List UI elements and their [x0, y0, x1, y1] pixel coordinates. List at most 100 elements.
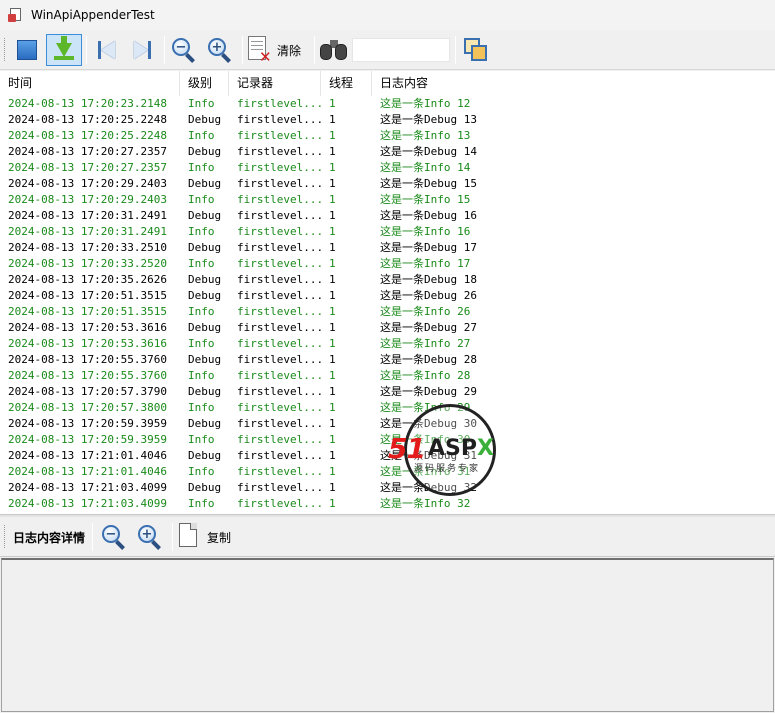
- table-row[interactable]: 2024-08-13 17:20:59.3959 Debug firstlevel.…: [0, 416, 775, 432]
- zoom-out-icon: −: [101, 524, 127, 550]
- cell-thread: 1: [329, 417, 336, 430]
- cell-thread: 1: [329, 177, 336, 190]
- clear-button[interactable]: ✕ 清除: [246, 34, 310, 66]
- toolbar-separator: [92, 523, 93, 551]
- table-row[interactable]: 2024-08-13 17:20:33.2510 Debug firstlevel.…: [0, 240, 775, 256]
- stop-button[interactable]: [12, 34, 42, 66]
- cell-thread: 1: [329, 465, 336, 478]
- zoom-out-button[interactable]: −: [168, 34, 200, 66]
- zoom-in-button[interactable]: +: [204, 34, 236, 66]
- cell-level: Info: [188, 433, 215, 446]
- table-row[interactable]: 2024-08-13 17:21:03.4099 Debug firstlevel.…: [0, 480, 775, 496]
- column-header-message[interactable]: 日志内容: [372, 71, 775, 96]
- cell-message: 这是一条Info 26: [380, 305, 471, 318]
- toolbar-grip[interactable]: [4, 38, 7, 61]
- column-header-time[interactable]: 时间: [0, 71, 180, 96]
- table-row[interactable]: 2024-08-13 17:20:57.3800 Info firstlevel..…: [0, 400, 775, 416]
- log-grid[interactable]: 时间 级别 记录器 线程 日志内容 2024-08-13 17:20:23.21…: [0, 71, 775, 514]
- cell-time: 2024-08-13 17:20:55.3760: [8, 369, 167, 382]
- table-row[interactable]: 2024-08-13 17:20:31.2491 Info firstlevel..…: [0, 224, 775, 240]
- cell-time: 2024-08-13 17:20:33.2520: [8, 257, 167, 270]
- detail-zoom-in-button[interactable]: +: [134, 521, 166, 553]
- cell-thread: 1: [329, 369, 336, 382]
- table-row[interactable]: 2024-08-13 17:20:31.2491 Debug firstlevel.…: [0, 208, 775, 224]
- cell-thread: 1: [329, 97, 336, 110]
- cell-time: 2024-08-13 17:20:29.2403: [8, 177, 167, 190]
- cell-logger: firstlevel...: [237, 193, 321, 206]
- autoscroll-icon: [52, 36, 76, 62]
- cell-logger: firstlevel...: [237, 465, 321, 478]
- cell-thread: 1: [329, 257, 336, 270]
- cell-level: Info: [188, 337, 215, 350]
- cell-level: Info: [188, 257, 215, 270]
- table-row[interactable]: 2024-08-13 17:20:59.3959 Info firstlevel..…: [0, 432, 775, 448]
- cell-message: 这是一条Debug 13: [380, 113, 477, 126]
- cell-message: 这是一条Info 28: [380, 369, 471, 382]
- cell-message: 这是一条Info 15: [380, 193, 471, 206]
- table-row[interactable]: 2024-08-13 17:21:01.4046 Debug firstlevel.…: [0, 448, 775, 464]
- table-row[interactable]: 2024-08-13 17:20:25.2248 Debug firstlevel.…: [0, 112, 775, 128]
- cell-thread: 1: [329, 193, 336, 206]
- first-button[interactable]: [90, 34, 122, 66]
- cell-level: Debug: [188, 273, 222, 286]
- column-header-logger[interactable]: 记录器: [229, 71, 321, 96]
- table-row[interactable]: 2024-08-13 17:20:55.3760 Debug firstlevel.…: [0, 352, 775, 368]
- cell-time: 2024-08-13 17:20:31.2491: [8, 209, 167, 222]
- detail-toolbar: 日志内容详情 − + 复制: [0, 517, 775, 557]
- column-header-thread[interactable]: 线程: [321, 71, 372, 96]
- cell-level: Info: [188, 129, 215, 142]
- table-row[interactable]: 2024-08-13 17:20:51.3515 Info firstlevel..…: [0, 304, 775, 320]
- copy-icon: [176, 522, 202, 552]
- table-row[interactable]: 2024-08-13 17:20:35.2626 Debug firstlevel.…: [0, 272, 775, 288]
- table-row[interactable]: 2024-08-13 17:21:03.4099 Info firstlevel..…: [0, 496, 775, 512]
- table-row[interactable]: 2024-08-13 17:20:57.3790 Debug firstlevel.…: [0, 384, 775, 400]
- table-row[interactable]: 2024-08-13 17:20:55.3760 Info firstlevel..…: [0, 368, 775, 384]
- last-button[interactable]: [126, 34, 158, 66]
- cell-logger: firstlevel...: [237, 113, 321, 126]
- cell-level: Debug: [188, 481, 222, 494]
- find-button[interactable]: [318, 34, 350, 66]
- cell-level: Debug: [188, 449, 222, 462]
- detail-copy-button[interactable]: 复制: [176, 521, 240, 553]
- cell-level: Debug: [188, 385, 222, 398]
- detail-content[interactable]: [1, 558, 774, 712]
- cell-message: 这是一条Info 14: [380, 161, 471, 174]
- table-row[interactable]: 2024-08-13 17:20:27.2357 Info firstlevel..…: [0, 160, 775, 176]
- autoscroll-button[interactable]: [46, 34, 82, 66]
- table-row[interactable]: 2024-08-13 17:20:29.2403 Info firstlevel..…: [0, 192, 775, 208]
- cell-message: 这是一条Info 29: [380, 401, 471, 414]
- table-row[interactable]: 2024-08-13 17:20:29.2403 Debug firstlevel.…: [0, 176, 775, 192]
- cell-thread: 1: [329, 225, 336, 238]
- cell-logger: firstlevel...: [237, 481, 321, 494]
- cell-logger: firstlevel...: [237, 497, 321, 510]
- table-row[interactable]: 2024-08-13 17:20:33.2520 Info firstlevel..…: [0, 256, 775, 272]
- copy-window-button[interactable]: [459, 34, 493, 66]
- stop-icon: [17, 40, 37, 60]
- cell-logger: firstlevel...: [237, 353, 321, 366]
- cell-logger: firstlevel...: [237, 225, 321, 238]
- cell-level: Debug: [188, 113, 222, 126]
- app-icon: [8, 7, 24, 23]
- cell-level: Debug: [188, 417, 222, 430]
- detail-zoom-out-button[interactable]: −: [98, 521, 130, 553]
- cell-level: Info: [188, 369, 215, 382]
- cell-level: Debug: [188, 145, 222, 158]
- column-header-level[interactable]: 级别: [180, 71, 229, 96]
- cell-time: 2024-08-13 17:20:25.2248: [8, 129, 167, 142]
- cell-logger: firstlevel...: [237, 433, 321, 446]
- cell-logger: firstlevel...: [237, 145, 321, 158]
- cell-message: 这是一条Debug 31: [380, 449, 477, 462]
- cell-message: 这是一条Info 13: [380, 129, 471, 142]
- cell-message: 这是一条Debug 26: [380, 289, 477, 302]
- table-row[interactable]: 2024-08-13 17:20:25.2248 Info firstlevel..…: [0, 128, 775, 144]
- table-row[interactable]: 2024-08-13 17:20:51.3515 Debug firstlevel.…: [0, 288, 775, 304]
- toolbar-grip[interactable]: [4, 525, 7, 548]
- table-row[interactable]: 2024-08-13 17:20:53.3616 Info firstlevel..…: [0, 336, 775, 352]
- table-row[interactable]: 2024-08-13 17:20:27.2357 Debug firstlevel.…: [0, 144, 775, 160]
- search-input[interactable]: [352, 38, 450, 62]
- table-row[interactable]: 2024-08-13 17:20:23.2148 Info firstlevel..…: [0, 96, 775, 112]
- toolbar-separator: [164, 36, 165, 64]
- table-row[interactable]: 2024-08-13 17:21:01.4046 Info firstlevel..…: [0, 464, 775, 480]
- table-row[interactable]: 2024-08-13 17:20:53.3616 Debug firstlevel.…: [0, 320, 775, 336]
- cell-logger: firstlevel...: [237, 209, 321, 222]
